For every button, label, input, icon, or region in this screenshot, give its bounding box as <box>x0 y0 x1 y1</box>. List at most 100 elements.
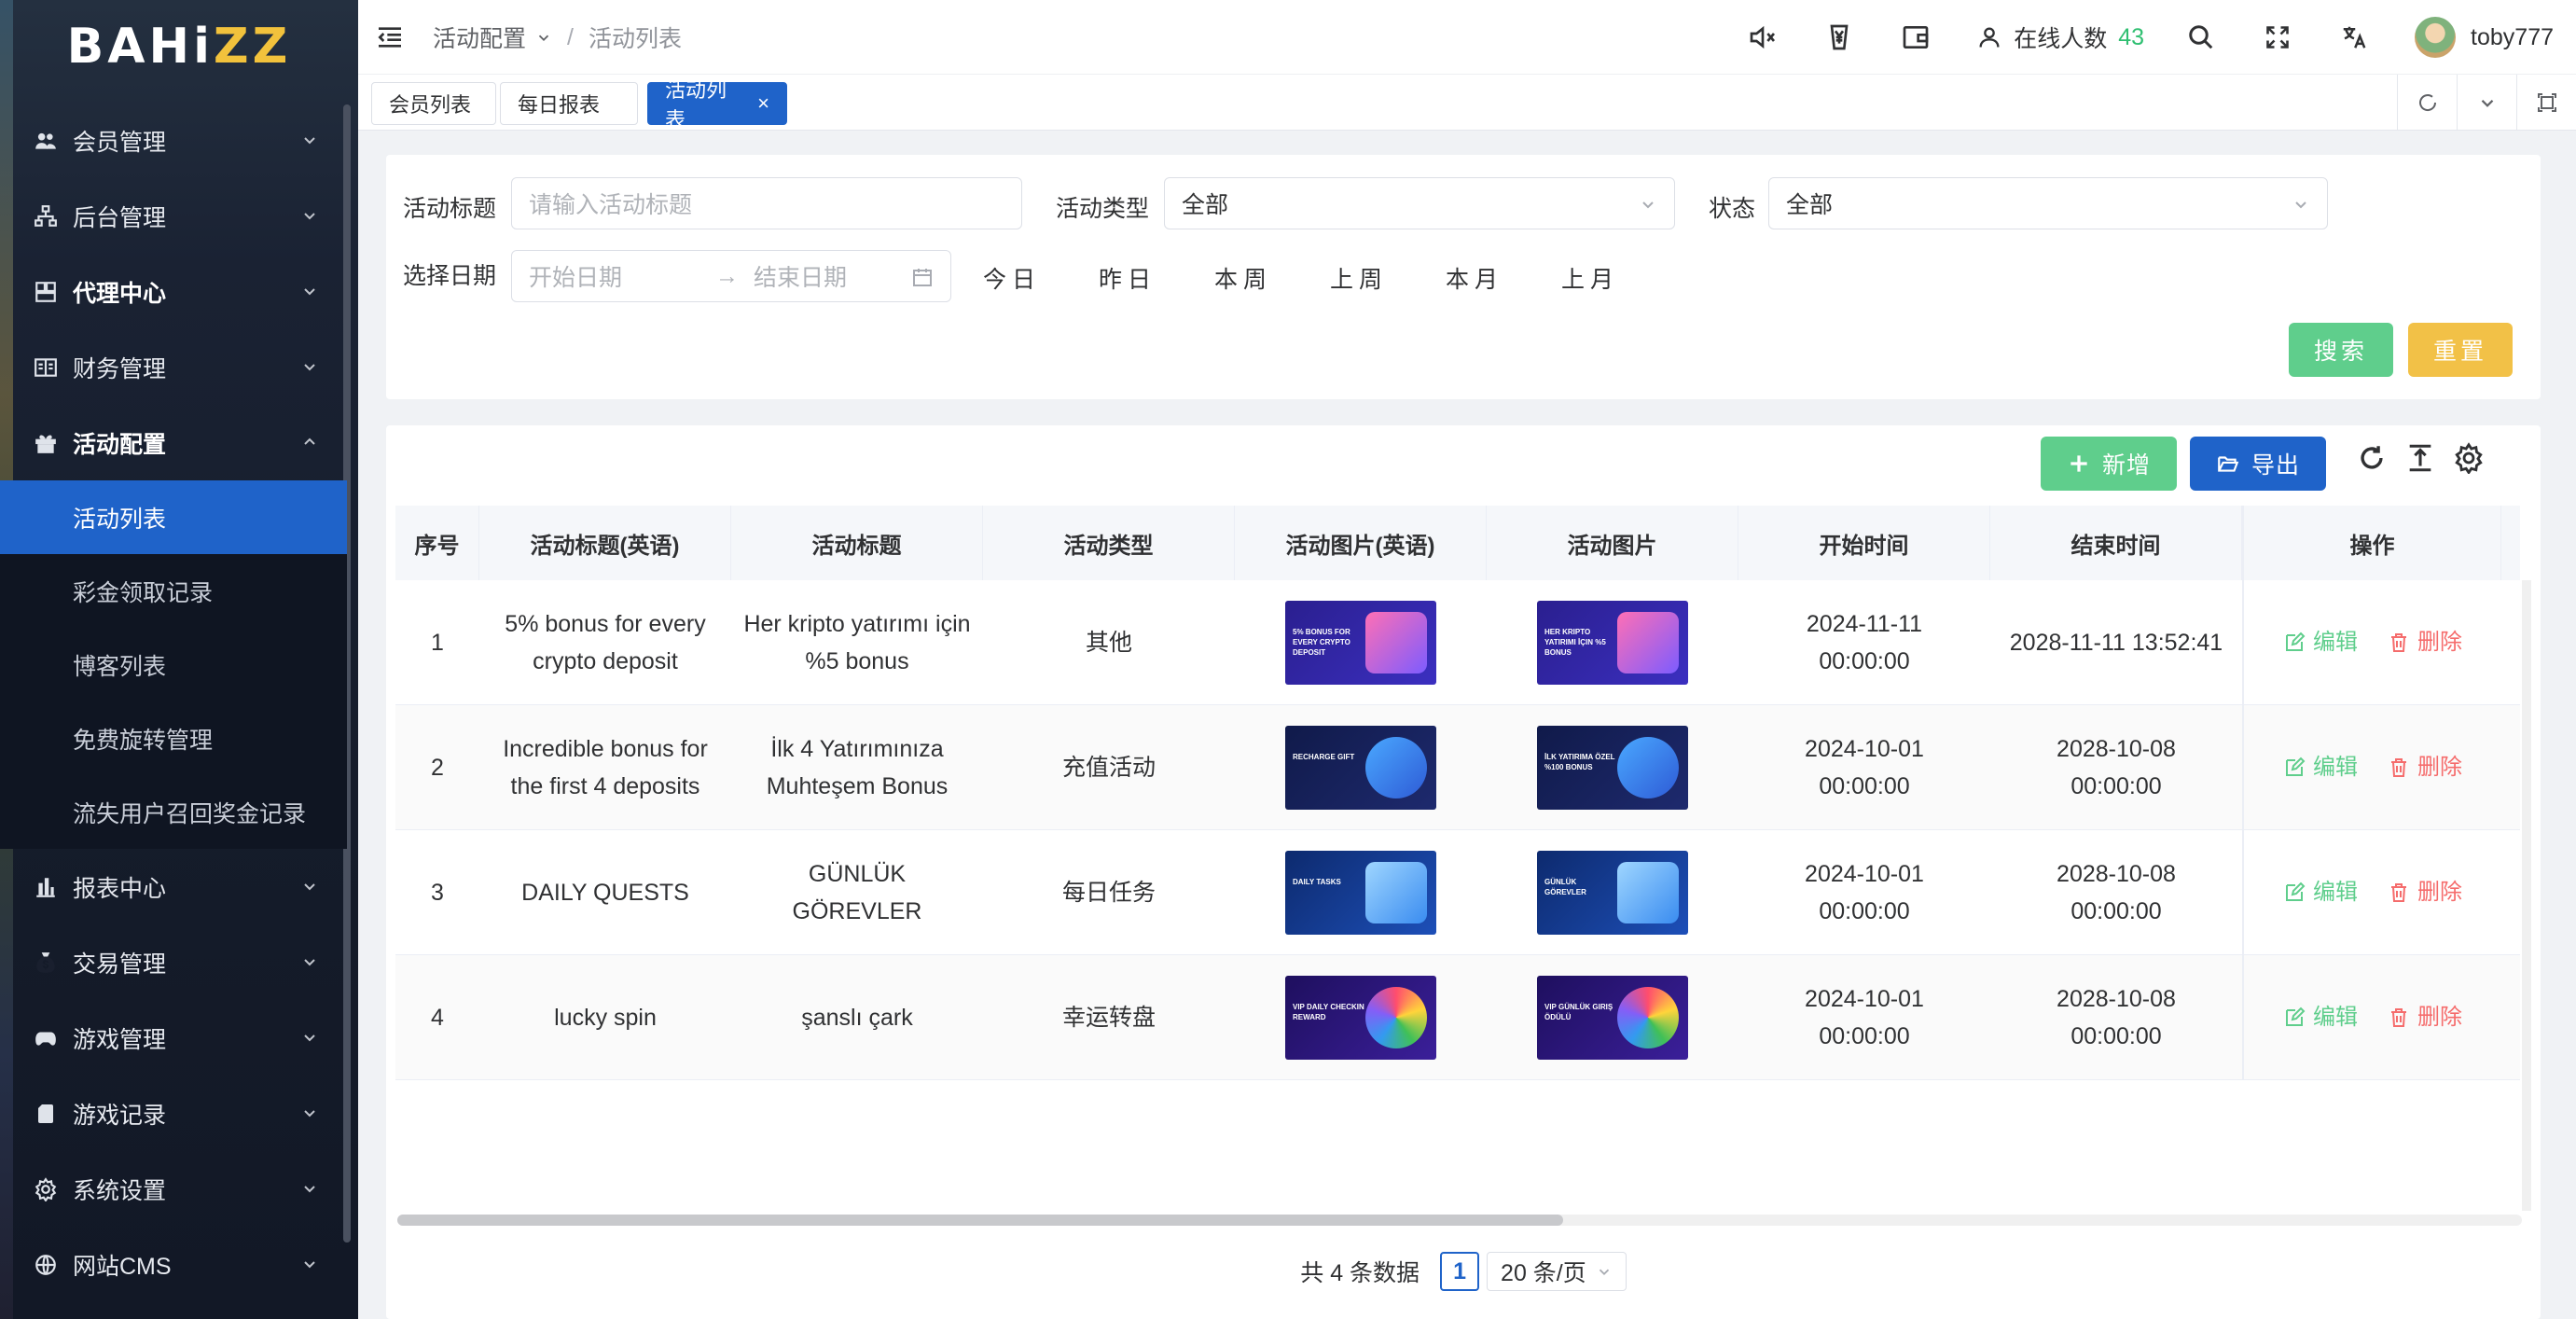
maximize-icon[interactable] <box>2516 75 2576 131</box>
sidebar-subitem-free-spins[interactable]: 免费旋转管理 <box>0 701 347 775</box>
quick-yesterday[interactable]: 昨日 <box>1099 261 1156 295</box>
quick-this-week[interactable]: 本周 <box>1214 261 1272 295</box>
reset-button[interactable]: 重置 <box>2408 323 2513 377</box>
delete-button[interactable]: 删除 <box>2388 999 2462 1036</box>
refresh-icon[interactable] <box>2356 442 2388 474</box>
online-count: 43 <box>2118 23 2145 50</box>
activity-type-select[interactable]: 全部 <box>1164 177 1675 229</box>
sidebar-item-label: 交易管理 <box>73 951 167 978</box>
delete-button[interactable]: 删除 <box>2388 624 2462 661</box>
activity-type-value: 全部 <box>1182 192 1229 218</box>
activity-image[interactable]: RECHARGE GIFT <box>1285 725 1436 810</box>
sidebar-submenu-activity: 活动列表 彩金领取记录 博客列表 免费旋转管理 流失用户召回奖金记录 <box>0 480 347 849</box>
sidebar-item-finance[interactable]: 财务管理 <box>0 329 347 405</box>
cell-no: 1 <box>431 629 444 656</box>
bar-chart-icon <box>32 873 60 901</box>
menu-fold-icon[interactable] <box>375 22 405 52</box>
quick-today[interactable]: 今日 <box>983 261 1041 295</box>
table-horizontal-scrollbar-thumb[interactable] <box>397 1215 1563 1226</box>
table-vertical-scrollbar[interactable] <box>2522 580 2531 1211</box>
delete-button[interactable]: 删除 <box>2388 874 2462 911</box>
table-header: 序号 活动标题(英语) 活动标题 活动类型 活动图片(英语) 活动图片 开始时间… <box>395 506 2520 580</box>
sidebar-subitem-blog-list[interactable]: 博客列表 <box>0 628 347 701</box>
search-icon[interactable] <box>2185 21 2217 53</box>
activity-title-input[interactable]: 请输入活动标题 <box>511 177 1022 229</box>
cell-title: Her kripto yatırımı için %5 bonus <box>743 610 971 674</box>
cell-title: GÜNLÜK GÖREVLER <box>792 860 922 924</box>
tab-daily-report[interactable]: 每日报表 <box>500 82 638 125</box>
sidebar-item-members[interactable]: 会员管理 <box>0 103 347 178</box>
sidebar-subitem-activity-list[interactable]: 活动列表 <box>0 480 347 554</box>
delete-label: 删除 <box>2417 629 2462 655</box>
pagination-page-1[interactable]: 1 <box>1440 1252 1480 1291</box>
column-height-icon[interactable] <box>2404 442 2436 474</box>
edit-button[interactable]: 编辑 <box>2283 624 2358 661</box>
search-button[interactable]: 搜索 <box>2289 323 2393 377</box>
breadcrumb-parent[interactable]: 活动配置 <box>433 21 526 54</box>
activity-image[interactable]: GÜNLÜK GÖREVLER <box>1537 850 1688 935</box>
cell-start-time: 2024-10-01 00:00:00 <box>1738 830 1990 954</box>
sidebar-subitem-recall-bonus[interactable]: 流失用户召回奖金记录 <box>0 775 347 849</box>
sidebar-item-agent-center[interactable]: 代理中心 <box>0 254 347 329</box>
sidebar-item-games[interactable]: 游戏管理 <box>0 1000 347 1076</box>
avatar[interactable] <box>2415 17 2457 58</box>
end-date-placeholder[interactable]: 结束日期 <box>754 259 847 293</box>
activity-image[interactable]: VIP DAILY CHECKIN REWARD <box>1285 975 1436 1060</box>
activity-image[interactable]: İLK YATIRIMA ÖZEL %100 BONUS <box>1537 725 1688 810</box>
table-horizontal-scrollbar[interactable] <box>397 1215 2522 1226</box>
sidebar-subitem-bonus-claims[interactable]: 彩金领取记录 <box>0 554 347 628</box>
edit-button[interactable]: 编辑 <box>2283 749 2358 786</box>
page-size-select[interactable]: 20 条/页 <box>1487 1252 1627 1291</box>
tab-activity-list[interactable]: 活动列表 × <box>647 78 787 132</box>
quick-last-month[interactable]: 上月 <box>1561 261 1619 295</box>
chevron-down-icon[interactable] <box>2457 75 2516 131</box>
range-arrow: → <box>715 262 739 289</box>
status-select[interactable]: 全部 <box>1768 177 2328 229</box>
sidebar-item-transactions[interactable]: 交易管理 <box>0 924 347 1000</box>
start-date-placeholder[interactable]: 开始日期 <box>529 259 700 293</box>
cell-actions: 编辑 删除 <box>2242 705 2501 829</box>
export-button[interactable]: 导出 <box>2190 437 2326 491</box>
date-range-picker[interactable]: 开始日期 → 结束日期 <box>511 250 951 302</box>
gear-icon[interactable] <box>2453 442 2485 474</box>
quick-this-month[interactable]: 本月 <box>1446 261 1503 295</box>
start-clock: 00:00:00 <box>1819 772 1910 799</box>
add-button[interactable]: 新增 <box>2041 437 2177 491</box>
username[interactable]: toby777 <box>2471 24 2554 51</box>
currency-yen-icon[interactable] <box>1823 21 1855 53</box>
translate-icon[interactable] <box>2338 21 2370 53</box>
quick-last-week[interactable]: 上周 <box>1330 261 1388 295</box>
fullscreen-icon[interactable] <box>2262 21 2293 53</box>
mute-icon[interactable] <box>1747 21 1779 53</box>
tab-member-list[interactable]: 会员列表 <box>371 82 496 125</box>
activity-image[interactable]: HER KRIPTO YATIRIMI İÇIN %5 BONUS <box>1537 600 1688 685</box>
start-date: 2024-10-01 <box>1805 985 1924 1012</box>
sidebar-item-backend[interactable]: 后台管理 <box>0 178 347 254</box>
close-icon[interactable]: × <box>757 91 769 116</box>
date-label: 选择日期 <box>403 263 497 289</box>
edit-button[interactable]: 编辑 <box>2283 874 2358 911</box>
edit-button[interactable]: 编辑 <box>2283 999 2358 1036</box>
tab-label: 活动列表 <box>665 78 727 132</box>
activity-image[interactable]: DAILY TASKS <box>1285 850 1436 935</box>
sidebar-item-activity-config[interactable]: 活动配置 <box>0 405 347 480</box>
activity-image[interactable]: 5% BONUS FOR EVERY CRYPTO DEPOSIT <box>1285 600 1436 685</box>
sidebar-item-label: 报表中心 <box>73 875 167 902</box>
cell-image: VIP GÜNLÜK GIRIŞ ÖDÜLÜ <box>1487 955 1738 1079</box>
sidebar-item-system-settings[interactable]: 系统设置 <box>0 1151 347 1227</box>
sidebar-item-reports[interactable]: 报表中心 <box>0 849 347 924</box>
refresh-icon[interactable] <box>2397 75 2457 131</box>
pagination-total: 共 4 条数据 <box>1300 1260 1420 1286</box>
delete-button[interactable]: 删除 <box>2388 749 2462 786</box>
column-header: 活动标题 <box>731 506 983 580</box>
edit-icon <box>2286 757 2306 776</box>
activity-image[interactable]: VIP GÜNLÜK GIRIŞ ÖDÜLÜ <box>1537 975 1688 1060</box>
sidebar-item-game-records[interactable]: 游戏记录 <box>0 1076 347 1151</box>
sidebar-item-website-cms[interactable]: 网站CMS <box>0 1227 347 1302</box>
promo-art <box>1365 611 1427 673</box>
tab-tools <box>2397 75 2576 131</box>
chevron-down-icon <box>538 35 549 41</box>
wallet-icon[interactable] <box>1900 21 1932 53</box>
end-clock: 00:00:00 <box>2070 897 2162 924</box>
end-date: 2028-11-11 13:52:41 <box>2009 629 2223 656</box>
